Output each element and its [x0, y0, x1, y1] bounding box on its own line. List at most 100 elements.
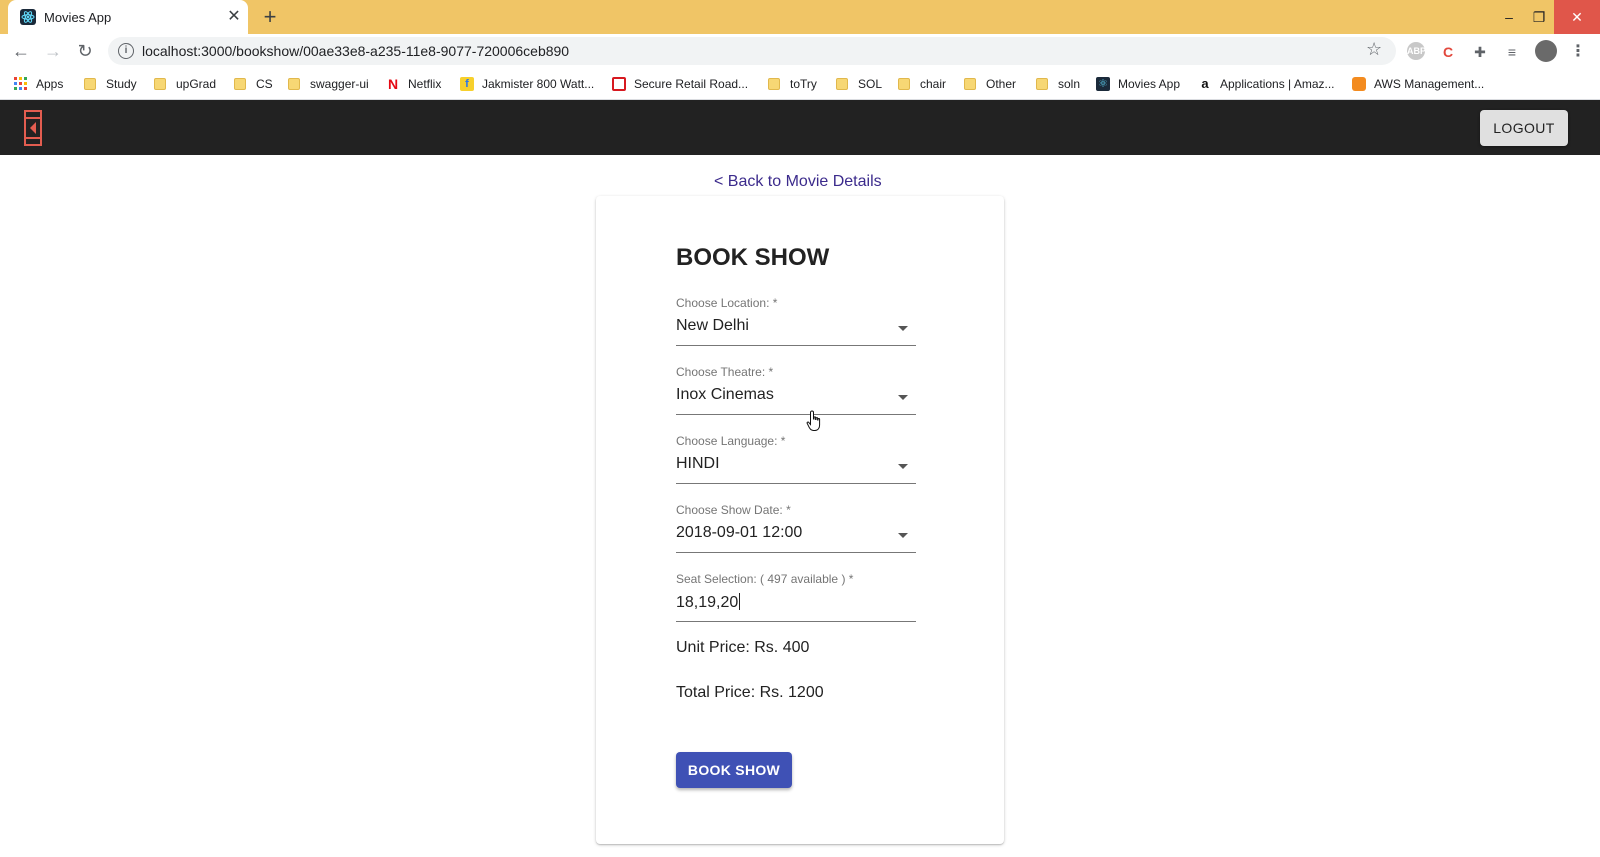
bookmark-label: CS — [256, 77, 273, 91]
bookmark-netflix[interactable]: N Netflix — [386, 76, 441, 92]
seat-selection-text: 18,19,20 — [676, 594, 739, 611]
theatre-select[interactable]: Choose Theatre: * Inox Cinemas — [676, 365, 916, 415]
media-controls-icon[interactable]: ≡ — [1502, 42, 1522, 62]
bookmark-aws-management[interactable]: AWS Management... — [1352, 76, 1484, 92]
seat-selection-input[interactable]: Seat Selection: ( 497 available ) * 18,1… — [676, 572, 916, 622]
bookmark-movies-app[interactable]: ⚛ Movies App — [1096, 76, 1180, 92]
chevron-down-icon — [898, 395, 908, 400]
apps-grid-icon — [14, 77, 27, 90]
location-select[interactable]: Choose Location: * New Delhi — [676, 296, 916, 346]
extension-c-icon[interactable]: C — [1438, 42, 1458, 62]
folder-icon — [154, 78, 166, 90]
site-info-icon[interactable]: i — [118, 43, 134, 59]
react-icon: ⚛ — [1096, 77, 1110, 91]
reload-icon[interactable]: ↻ — [72, 38, 98, 64]
language-label: Choose Language: * — [676, 434, 786, 448]
seat-selection-label: Seat Selection: ( 497 available ) * — [676, 572, 854, 586]
window-close-button[interactable]: ✕ — [1554, 0, 1600, 34]
chevron-down-icon — [898, 464, 908, 469]
folder-icon — [288, 78, 300, 90]
page-title: BOOK SHOW — [676, 244, 830, 271]
bookmark-label: chair — [920, 77, 947, 91]
back-to-movie-details-link[interactable]: < Back to Movie Details — [714, 173, 882, 191]
bookmark-other[interactable]: Other — [964, 76, 1016, 92]
amazon-icon: a — [1201, 76, 1209, 91]
book-show-card: BOOK SHOW Choose Location: * New Delhi C… — [596, 196, 1004, 844]
bookmark-label: Netflix — [408, 77, 442, 91]
folder-icon — [964, 78, 976, 90]
film-logo-icon[interactable] — [24, 110, 42, 146]
show-date-label: Choose Show Date: * — [676, 503, 791, 517]
hand-pointer-cursor-icon — [806, 410, 821, 431]
bookmark-label: swagger-ui — [310, 77, 369, 91]
url-text[interactable]: localhost:3000/bookshow/00ae33e8-a235-11… — [142, 43, 569, 59]
tab-close-icon[interactable]: ✕ — [224, 7, 244, 27]
unit-price: Unit Price: Rs. 400 — [676, 639, 810, 656]
bookmark-label: SOL — [858, 77, 883, 91]
bookmark-soln[interactable]: soln — [1036, 76, 1080, 92]
language-select[interactable]: Choose Language: * HINDI — [676, 434, 916, 484]
bookmark-swagger-ui[interactable]: swagger-ui — [288, 76, 369, 92]
bank-icon — [612, 77, 626, 91]
folder-icon — [836, 78, 848, 90]
bookmark-label: toTry — [790, 77, 817, 91]
bookmark-label: Secure Retail Road... — [634, 77, 749, 91]
bookmark-label: Other — [986, 77, 1017, 91]
bookmark-label: AWS Management... — [1374, 77, 1485, 91]
bookmark-jakmister[interactable]: f Jakmister 800 Watt... — [460, 76, 594, 92]
address-bar[interactable]: i localhost:3000/bookshow/00ae33e8-a235-… — [108, 37, 1396, 65]
app-header: LOGOUT — [0, 100, 1600, 155]
react-icon — [20, 9, 36, 25]
chevron-down-icon — [898, 533, 908, 538]
folder-icon — [898, 78, 910, 90]
adblock-extension-icon[interactable]: ABP — [1407, 42, 1426, 60]
folder-icon — [234, 78, 246, 90]
new-tab-button[interactable]: + — [258, 6, 282, 30]
folder-icon — [768, 78, 780, 90]
show-date-value: 2018-09-01 12:00 — [676, 524, 803, 541]
bookmark-star-icon[interactable]: ☆ — [1366, 39, 1382, 60]
browser-toolbar: ← → ↻ i localhost:3000/bookshow/00ae33e8… — [0, 34, 1600, 68]
location-value: New Delhi — [676, 317, 749, 334]
folder-icon — [1036, 78, 1048, 90]
bookmark-cs[interactable]: CS — [234, 76, 273, 92]
bookmark-apps[interactable]: Apps — [14, 76, 63, 92]
bookmark-label: Applications | Amaz... — [1220, 77, 1335, 91]
theatre-value: Inox Cinemas — [676, 386, 774, 403]
location-label: Choose Location: * — [676, 296, 778, 310]
folder-icon — [84, 78, 96, 90]
netflix-icon: N — [387, 76, 399, 92]
bookmark-secure-retail[interactable]: Secure Retail Road... — [612, 76, 748, 92]
bookmark-chair[interactable]: chair — [898, 76, 946, 92]
bookmark-totry[interactable]: toTry — [768, 76, 817, 92]
browser-menu-icon[interactable]: ⋮ — [1568, 42, 1588, 62]
extensions-puzzle-icon[interactable]: ✚ — [1470, 42, 1490, 62]
forward-arrow-icon[interactable]: → — [40, 38, 66, 64]
flipkart-icon: f — [460, 77, 474, 91]
back-arrow-icon[interactable]: ← — [8, 38, 34, 64]
bookmark-sol[interactable]: SOL — [836, 76, 882, 92]
profile-avatar[interactable] — [1535, 40, 1557, 62]
bookmark-upgrad[interactable]: upGrad — [154, 76, 216, 92]
bookmark-label: Movies App — [1118, 77, 1181, 91]
bookmark-label: soln — [1058, 77, 1081, 91]
chevron-down-icon — [898, 326, 908, 331]
bookmarks-bar: Apps Study upGrad CS swagger-ui N Netflix… — [0, 68, 1600, 100]
browser-tab-movies-app[interactable]: Movies App ✕ — [8, 0, 248, 34]
browser-titlebar: Movies App ✕ + – ❐ ✕ — [0, 0, 1600, 34]
logout-button[interactable]: LOGOUT — [1480, 110, 1568, 146]
text-cursor — [739, 593, 741, 610]
bookmark-label: Study — [106, 77, 137, 91]
aws-icon — [1352, 77, 1366, 91]
bookmark-study[interactable]: Study — [84, 76, 137, 92]
book-show-button[interactable]: BOOK SHOW — [676, 752, 792, 788]
theatre-label: Choose Theatre: * — [676, 365, 774, 379]
bookmark-label: Apps — [36, 77, 64, 91]
bookmark-amazon-applications[interactable]: a Applications | Amaz... — [1198, 76, 1335, 92]
total-price: Total Price: Rs. 1200 — [676, 684, 824, 701]
seat-selection-value: 18,19,20 — [676, 593, 741, 612]
bookmark-label: upGrad — [176, 77, 217, 91]
show-date-select[interactable]: Choose Show Date: * 2018-09-01 12:00 — [676, 503, 916, 553]
language-value: HINDI — [676, 455, 720, 472]
bookmark-label: Jakmister 800 Watt... — [482, 77, 595, 91]
